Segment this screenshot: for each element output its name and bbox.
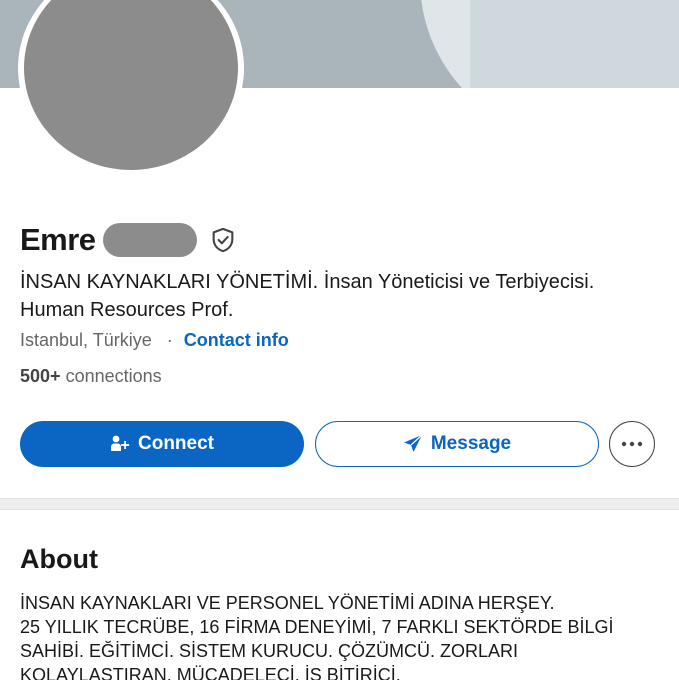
about-heading: About bbox=[20, 544, 98, 574]
headline-line: Human Resources Prof. bbox=[20, 299, 234, 321]
ellipsis-icon bbox=[621, 441, 643, 447]
profile-headline: İNSAN KAYNAKLARI YÖNETİMİ. İnsan Yönetic… bbox=[20, 268, 660, 324]
about-line: 25 YILLIK TECRÜBE, 16 FİRMA DENEYİMİ, 7 … bbox=[20, 617, 614, 637]
redacted-surname bbox=[102, 223, 197, 257]
connections-count: 500+ bbox=[20, 366, 61, 386]
connections-label: connections bbox=[65, 366, 162, 386]
shield-check-icon[interactable] bbox=[209, 226, 237, 254]
banner-decoration bbox=[470, 0, 679, 88]
headline-line: İNSAN KAYNAKLARI YÖNETİMİ. İnsan Yönetic… bbox=[20, 271, 595, 293]
section-divider bbox=[0, 498, 679, 510]
connect-label: Connect bbox=[138, 433, 214, 454]
about-line: KOLAYLAŞTIRAN. MÜCADELECİ. İŞ BİTİRİCİ. bbox=[20, 665, 401, 680]
name-row: Emre bbox=[20, 222, 237, 258]
avatar[interactable] bbox=[18, 0, 244, 174]
about-line: SAHİBİ. EĞİTİMCİ. SİSTEM KURUCU. ÇÖZÜMCÜ… bbox=[20, 641, 519, 661]
location-row: Istanbul, Türkiye · Contact info bbox=[20, 330, 289, 351]
add-person-icon bbox=[111, 435, 130, 451]
profile-page: Emre İNSAN KAYNAKLARI YÖNETİMİ. İnsan Yö… bbox=[0, 0, 679, 680]
more-options-button[interactable] bbox=[609, 421, 655, 467]
send-icon bbox=[403, 434, 423, 452]
profile-name: Emre bbox=[20, 222, 96, 257]
message-label: Message bbox=[430, 433, 512, 454]
about-line: İNSAN KAYNAKLARI VE PERSONEL YÖNETİMİ AD… bbox=[20, 593, 555, 613]
separator-dot: · bbox=[166, 330, 173, 350]
about-text: İNSAN KAYNAKLARI VE PERSONEL YÖNETİMİ AD… bbox=[20, 591, 670, 680]
connections-link[interactable]: 500+ connections bbox=[20, 366, 162, 387]
connect-button[interactable]: Connect bbox=[20, 421, 304, 467]
message-button[interactable]: Message bbox=[315, 421, 599, 467]
avatar-photo-redacted bbox=[24, 0, 238, 170]
profile-location: Istanbul, Türkiye bbox=[20, 330, 152, 350]
contact-info-link[interactable]: Contact info bbox=[184, 330, 289, 350]
